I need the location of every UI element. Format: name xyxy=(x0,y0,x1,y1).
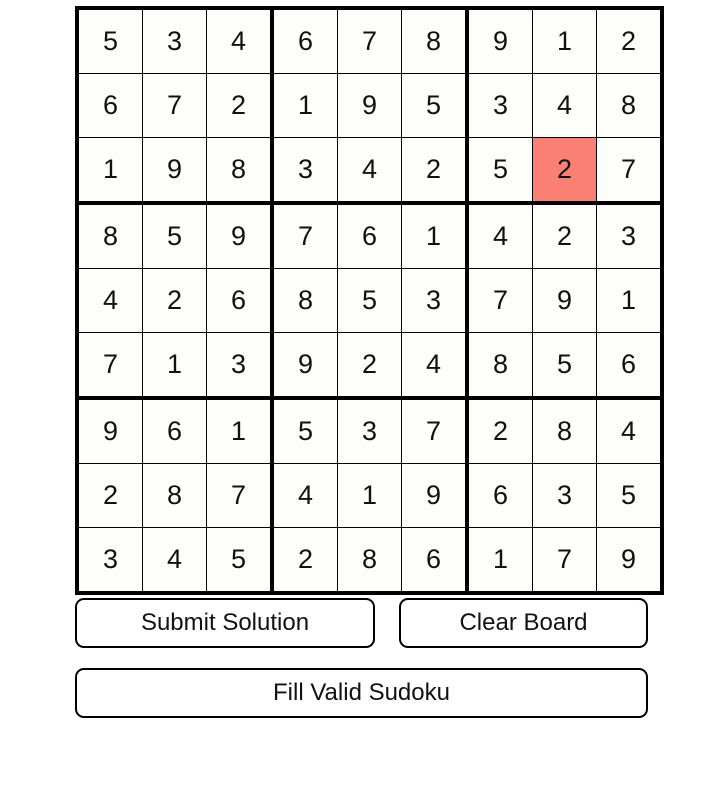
sudoku-cell-r6-c6[interactable]: 4 xyxy=(401,332,469,400)
sudoku-cell-r9-c5[interactable]: 8 xyxy=(337,527,402,594)
sudoku-cell-r6-c8[interactable]: 5 xyxy=(532,332,597,400)
sudoku-cell-r8-c6[interactable]: 9 xyxy=(401,463,469,528)
sudoku-cell-r6-c7[interactable]: 8 xyxy=(466,332,533,400)
sudoku-cell-r9-c7[interactable]: 1 xyxy=(466,527,533,594)
sudoku-cell-r5-c7[interactable]: 7 xyxy=(466,268,533,333)
sudoku-cell-r2-c6[interactable]: 5 xyxy=(401,73,469,138)
sudoku-board-container: 5346789126721953481983425278597614234268… xyxy=(75,6,664,595)
sudoku-cell-r4-c7[interactable]: 4 xyxy=(466,202,533,269)
sudoku-cell-r7-c7[interactable]: 2 xyxy=(466,397,533,464)
sudoku-cell-r1-c9[interactable]: 2 xyxy=(596,7,663,74)
sudoku-row: 345286179 xyxy=(76,527,663,594)
sudoku-cell-r2-c3[interactable]: 2 xyxy=(206,73,274,138)
sudoku-cell-r4-c5[interactable]: 6 xyxy=(337,202,402,269)
sudoku-cell-r9-c8[interactable]: 7 xyxy=(532,527,597,594)
sudoku-cell-r7-c8[interactable]: 8 xyxy=(532,397,597,464)
sudoku-cell-r7-c4[interactable]: 5 xyxy=(271,397,338,464)
sudoku-cell-r3-c5[interactable]: 4 xyxy=(337,137,402,205)
sudoku-cell-r5-c4[interactable]: 8 xyxy=(271,268,338,333)
sudoku-cell-r5-c2[interactable]: 2 xyxy=(142,268,207,333)
sudoku-row: 426853791 xyxy=(76,268,663,333)
sudoku-cell-r8-c9[interactable]: 5 xyxy=(596,463,663,528)
sudoku-cell-r7-c1[interactable]: 9 xyxy=(76,397,143,464)
sudoku-row: 961537284 xyxy=(76,397,663,464)
sudoku-row: 672195348 xyxy=(76,73,663,138)
sudoku-cell-r1-c1[interactable]: 5 xyxy=(76,7,143,74)
sudoku-cell-r1-c6[interactable]: 8 xyxy=(401,7,469,74)
sudoku-cell-r2-c5[interactable]: 9 xyxy=(337,73,402,138)
sudoku-row: 287419635 xyxy=(76,463,663,528)
sudoku-cell-r3-c3[interactable]: 8 xyxy=(206,137,274,205)
sudoku-cell-r6-c4[interactable]: 9 xyxy=(271,332,338,400)
sudoku-cell-r6-c5[interactable]: 2 xyxy=(337,332,402,400)
sudoku-cell-r3-c6[interactable]: 2 xyxy=(401,137,469,205)
sudoku-cell-r3-c7[interactable]: 5 xyxy=(466,137,533,205)
sudoku-cell-r1-c4[interactable]: 6 xyxy=(271,7,338,74)
sudoku-cell-r1-c2[interactable]: 3 xyxy=(142,7,207,74)
secondary-button-row: Fill Valid Sudoku xyxy=(75,668,648,718)
sudoku-cell-r3-c2[interactable]: 9 xyxy=(142,137,207,205)
sudoku-cell-r8-c3[interactable]: 7 xyxy=(206,463,274,528)
sudoku-grid[interactable]: 5346789126721953481983425278597614234268… xyxy=(75,6,664,595)
sudoku-cell-r8-c5[interactable]: 1 xyxy=(337,463,402,528)
sudoku-cell-r9-c3[interactable]: 5 xyxy=(206,527,274,594)
sudoku-cell-r6-c2[interactable]: 1 xyxy=(142,332,207,400)
sudoku-cell-r8-c8[interactable]: 3 xyxy=(532,463,597,528)
sudoku-cell-r5-c1[interactable]: 4 xyxy=(76,268,143,333)
sudoku-cell-r7-c9[interactable]: 4 xyxy=(596,397,663,464)
sudoku-cell-highlighted[interactable]: 2 xyxy=(532,137,597,205)
sudoku-cell-r9-c9[interactable]: 9 xyxy=(596,527,663,594)
sudoku-cell-r7-c2[interactable]: 6 xyxy=(142,397,207,464)
sudoku-cell-r4-c6[interactable]: 1 xyxy=(401,202,469,269)
sudoku-cell-r5-c6[interactable]: 3 xyxy=(401,268,469,333)
sudoku-cell-r2-c8[interactable]: 4 xyxy=(532,73,597,138)
sudoku-cell-r9-c4[interactable]: 2 xyxy=(271,527,338,594)
sudoku-cell-r7-c3[interactable]: 1 xyxy=(206,397,274,464)
sudoku-cell-r9-c1[interactable]: 3 xyxy=(76,527,143,594)
sudoku-cell-r4-c2[interactable]: 5 xyxy=(142,202,207,269)
submit-solution-button[interactable]: Submit Solution xyxy=(75,598,375,648)
sudoku-cell-r6-c9[interactable]: 6 xyxy=(596,332,663,400)
sudoku-cell-r4-c8[interactable]: 2 xyxy=(532,202,597,269)
sudoku-cell-r4-c1[interactable]: 8 xyxy=(76,202,143,269)
sudoku-cell-r2-c4[interactable]: 1 xyxy=(271,73,338,138)
sudoku-cell-r3-c4[interactable]: 3 xyxy=(271,137,338,205)
sudoku-cell-r1-c5[interactable]: 7 xyxy=(337,7,402,74)
sudoku-cell-r2-c9[interactable]: 8 xyxy=(596,73,663,138)
sudoku-cell-r8-c7[interactable]: 6 xyxy=(466,463,533,528)
sudoku-cell-r3-c1[interactable]: 1 xyxy=(76,137,143,205)
primary-button-row: Submit Solution Clear Board xyxy=(75,598,648,648)
sudoku-cell-r1-c8[interactable]: 1 xyxy=(532,7,597,74)
sudoku-cell-r2-c7[interactable]: 3 xyxy=(466,73,533,138)
sudoku-cell-r2-c2[interactable]: 7 xyxy=(142,73,207,138)
sudoku-cell-r7-c6[interactable]: 7 xyxy=(401,397,469,464)
sudoku-cell-r9-c2[interactable]: 4 xyxy=(142,527,207,594)
sudoku-cell-r1-c7[interactable]: 9 xyxy=(466,7,533,74)
sudoku-cell-r8-c1[interactable]: 2 xyxy=(76,463,143,528)
sudoku-cell-r5-c5[interactable]: 5 xyxy=(337,268,402,333)
sudoku-cell-r8-c4[interactable]: 4 xyxy=(271,463,338,528)
sudoku-row: 859761423 xyxy=(76,202,663,269)
sudoku-cell-r5-c8[interactable]: 9 xyxy=(532,268,597,333)
sudoku-row: 198342527 xyxy=(76,137,663,205)
sudoku-cell-r7-c5[interactable]: 3 xyxy=(337,397,402,464)
sudoku-cell-r2-c1[interactable]: 6 xyxy=(76,73,143,138)
sudoku-cell-r4-c3[interactable]: 9 xyxy=(206,202,274,269)
sudoku-cell-r3-c9[interactable]: 7 xyxy=(596,137,663,205)
sudoku-row: 713924856 xyxy=(76,332,663,400)
sudoku-cell-r8-c2[interactable]: 8 xyxy=(142,463,207,528)
sudoku-cell-r6-c3[interactable]: 3 xyxy=(206,332,274,400)
sudoku-cell-r6-c1[interactable]: 7 xyxy=(76,332,143,400)
sudoku-cell-r4-c9[interactable]: 3 xyxy=(596,202,663,269)
sudoku-cell-r9-c6[interactable]: 6 xyxy=(401,527,469,594)
clear-board-button[interactable]: Clear Board xyxy=(399,598,648,648)
sudoku-cell-r1-c3[interactable]: 4 xyxy=(206,7,274,74)
sudoku-app: 5346789126721953481983425278597614234268… xyxy=(0,0,727,785)
sudoku-cell-r5-c3[interactable]: 6 xyxy=(206,268,274,333)
sudoku-cell-r5-c9[interactable]: 1 xyxy=(596,268,663,333)
sudoku-cell-r4-c4[interactable]: 7 xyxy=(271,202,338,269)
sudoku-row: 534678912 xyxy=(76,7,663,74)
fill-valid-sudoku-button[interactable]: Fill Valid Sudoku xyxy=(75,668,648,718)
